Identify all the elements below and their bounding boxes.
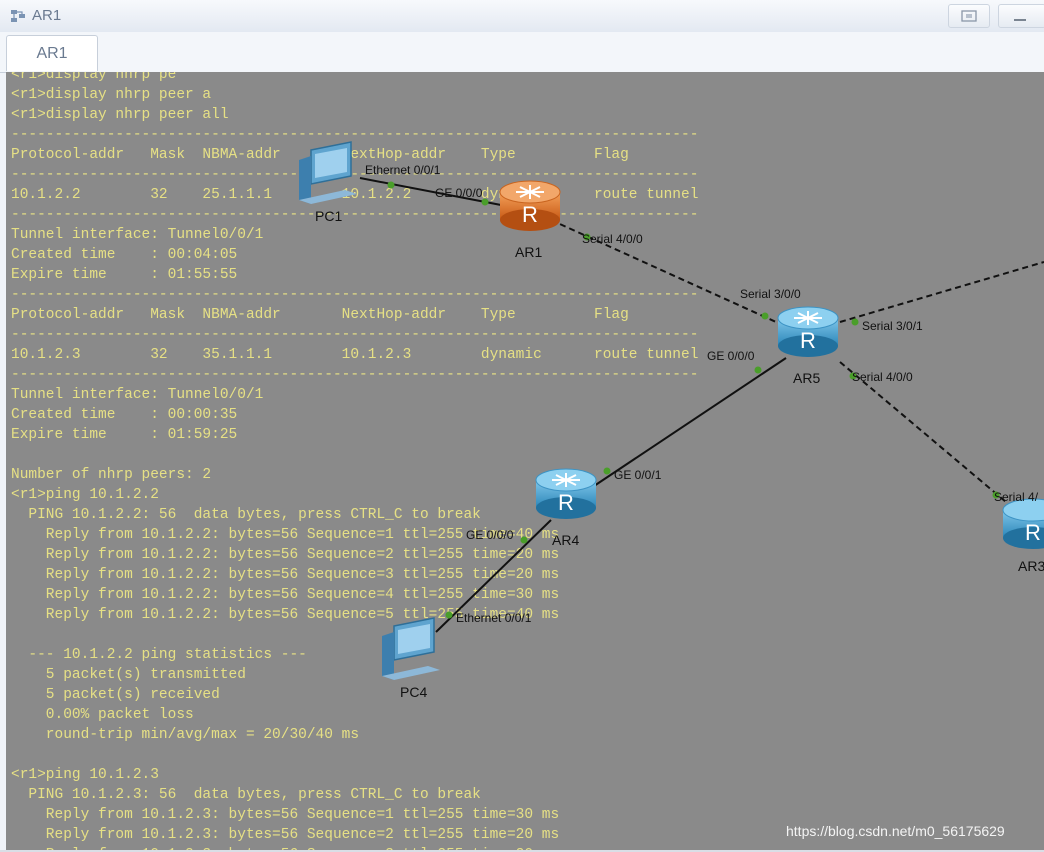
link-ar5-east (839, 261, 1044, 323)
port-label-ar5-ge: GE 0/0/0 (707, 349, 755, 363)
topology-overlay: R R R R (299, 141, 1044, 680)
app-icon (11, 10, 25, 22)
port-dots (387, 181, 1000, 619)
port-label-ar4-ge1: GE 0/0/1 (614, 468, 662, 482)
port-label-ar5-serial30: Serial 3/0/0 (740, 287, 801, 301)
port-label-ar3-serial: Serial 4/ (994, 490, 1039, 504)
ar3-router-icon[interactable]: R (1002, 498, 1044, 549)
port-dot (481, 198, 489, 206)
port-label-pc4-eth: Ethernet 0/0/1 (456, 611, 532, 625)
restore-icon (961, 10, 977, 22)
ar1-router-icon[interactable]: R (499, 180, 561, 231)
svg-text:R: R (1025, 520, 1041, 545)
port-label-ar1-serial: Serial 4/0/0 (582, 232, 643, 246)
device-label-ar4: AR4 (552, 532, 580, 548)
ar5-router-icon[interactable]: R (777, 306, 839, 357)
port-dot (851, 318, 859, 326)
ar4-router-icon[interactable]: R (535, 468, 597, 519)
port-dot (754, 366, 762, 374)
svg-text:R: R (522, 202, 538, 227)
device-label-ar5: AR5 (793, 370, 821, 386)
tab-label: AR1 (36, 45, 68, 62)
port-label-pc1-eth: Ethernet 0/0/1 (365, 163, 441, 177)
links (359, 177, 1044, 633)
port-dot (445, 611, 453, 619)
minimize-button[interactable] (998, 4, 1044, 28)
port-dot (387, 181, 395, 189)
device-label-ar1: AR1 (515, 244, 543, 260)
title-bar: AR1 (0, 0, 1044, 33)
restore-button[interactable] (948, 4, 990, 28)
port-label-ar5-serial40: Serial 4/0/0 (852, 370, 913, 384)
watermark: https://blog.csdn.net/m0_56175629 (786, 823, 1005, 839)
window-title: AR1 (32, 7, 62, 24)
port-label-ar1-ge: GE 0/0/0 (435, 186, 483, 200)
device-label-ar3: AR3 (1018, 558, 1044, 574)
device-label-pc4: PC4 (400, 684, 428, 700)
tab-bar: AR1 (0, 32, 1044, 73)
device-label-pc1: PC1 (315, 208, 343, 224)
pc4-icon[interactable] (382, 617, 440, 680)
port-dot (761, 312, 769, 320)
port-label-ar5-serial31: Serial 3/0/1 (862, 319, 923, 333)
tab-ar1[interactable]: AR1 (6, 35, 98, 71)
pc1-icon[interactable] (299, 141, 357, 204)
console-area[interactable]: <r1>display nhrp pe <r1>display nhrp pee… (6, 72, 1044, 850)
svg-text:R: R (558, 490, 574, 515)
minimize-icon (1014, 19, 1026, 21)
port-dot (603, 467, 611, 475)
port-dot (520, 536, 528, 544)
port-label-ar4-ge0: GE 0/0/0 (466, 528, 514, 542)
svg-text:R: R (800, 328, 816, 353)
